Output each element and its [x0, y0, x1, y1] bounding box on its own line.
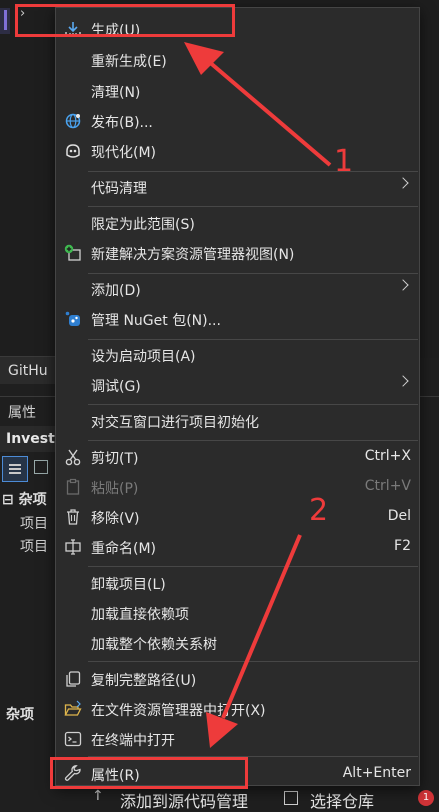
- arrow-to-properties: [221, 534, 302, 719]
- annotation-label-2: 2: [309, 493, 329, 528]
- annotation-label-1: 1: [334, 144, 354, 179]
- arrow-to-build: [205, 58, 332, 167]
- annotation-arrows: [184, 42, 332, 748]
